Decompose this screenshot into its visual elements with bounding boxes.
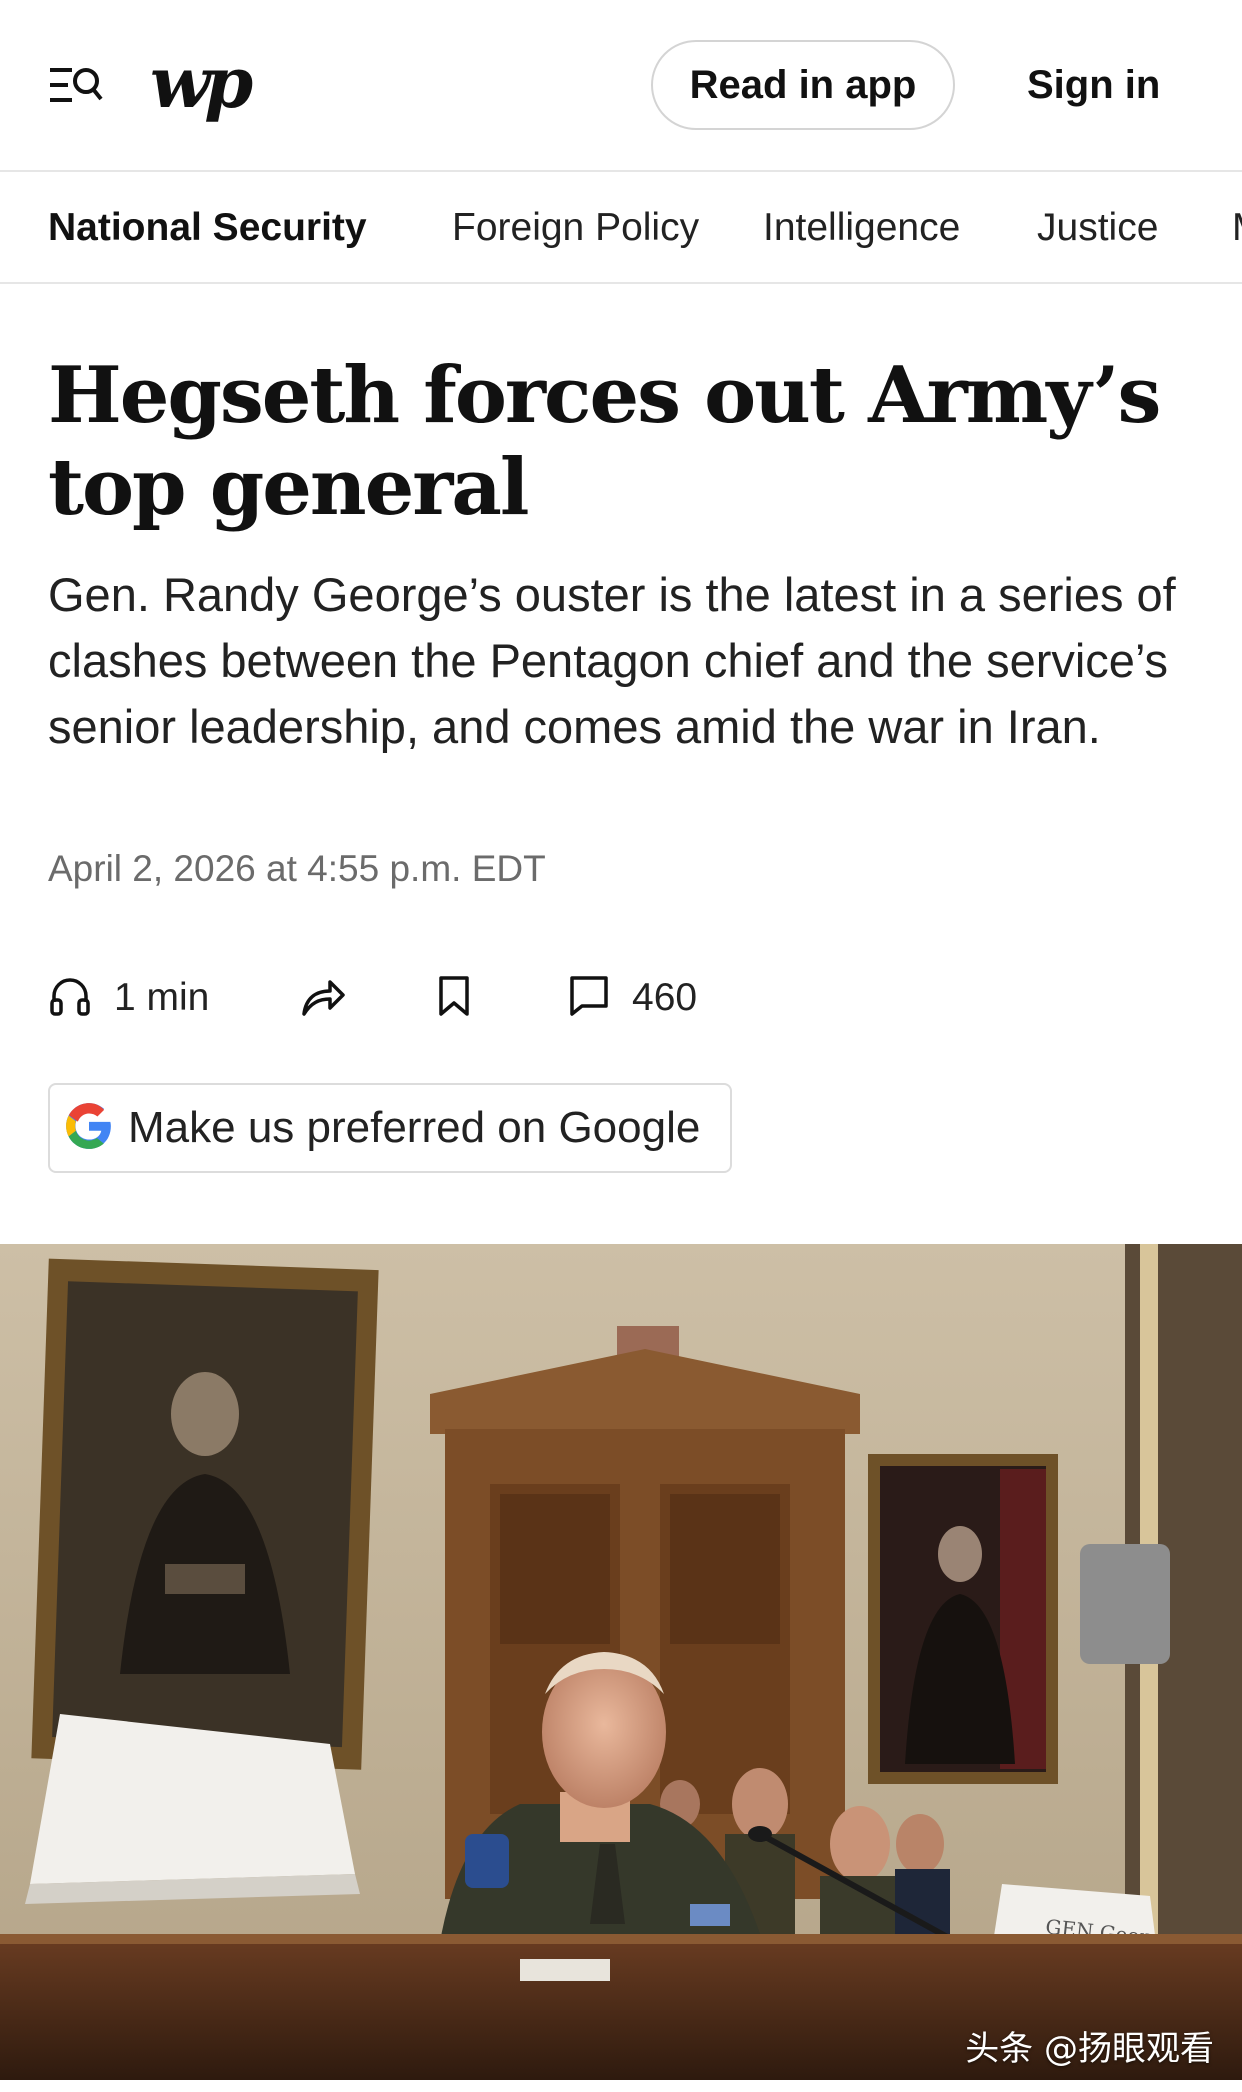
article-dek: Gen. Randy George’s ouster is the latest… bbox=[48, 568, 1176, 753]
article-timestamp: April 2, 2026 at 4:55 p.m. EDT bbox=[48, 848, 546, 889]
nav-item-more[interactable]: M bbox=[1232, 174, 1242, 282]
watermark: 头条 @扬眼观看 bbox=[965, 2029, 1214, 2069]
comments-count: 460 bbox=[632, 976, 698, 1019]
section-nav: National Security Foreign Policy Intelli… bbox=[0, 174, 1242, 284]
article-headline: Hegseth forces out Army’s top general bbox=[48, 350, 1161, 533]
listen-duration: 1 min bbox=[114, 976, 210, 1019]
nav-item-national-security[interactable]: National Security bbox=[48, 174, 367, 282]
left-portrait bbox=[31, 1258, 379, 1770]
right-portrait bbox=[868, 1454, 1058, 1784]
washington-post-logo[interactable]: wp bbox=[150, 38, 253, 128]
google-preferred-button[interactable]: Make us preferred on Google bbox=[48, 1083, 732, 1173]
nav-item-foreign-policy[interactable]: Foreign Policy bbox=[452, 174, 699, 282]
share-icon bbox=[300, 974, 346, 1023]
article-lead-photo[interactable]: GEN George 头条 @扬眼观看 bbox=[0, 1244, 1242, 2080]
comments-button[interactable]: 460 bbox=[568, 968, 697, 1028]
bookmark-icon bbox=[436, 974, 472, 1023]
bookmark-button[interactable] bbox=[436, 968, 472, 1028]
nav-item-justice[interactable]: Justice bbox=[1037, 174, 1158, 282]
listen-button[interactable]: 1 min bbox=[48, 968, 209, 1028]
read-in-app-button[interactable]: Read in app bbox=[651, 40, 955, 130]
comment-icon bbox=[568, 974, 610, 1023]
google-g-icon bbox=[64, 1101, 114, 1156]
sign-in-button[interactable]: Sign in bbox=[1027, 40, 1160, 130]
hearing-room-photo: GEN George bbox=[0, 1244, 1242, 2080]
google-preferred-label: Make us preferred on Google bbox=[128, 1103, 701, 1152]
headphones-icon bbox=[48, 974, 92, 1023]
top-header: wp Read in app Sign in bbox=[0, 0, 1242, 172]
menu-search-icon[interactable] bbox=[48, 62, 104, 108]
share-button[interactable] bbox=[300, 968, 346, 1028]
article-actions: 1 min 460 bbox=[48, 968, 848, 1028]
nav-item-intelligence[interactable]: Intelligence bbox=[763, 174, 960, 282]
